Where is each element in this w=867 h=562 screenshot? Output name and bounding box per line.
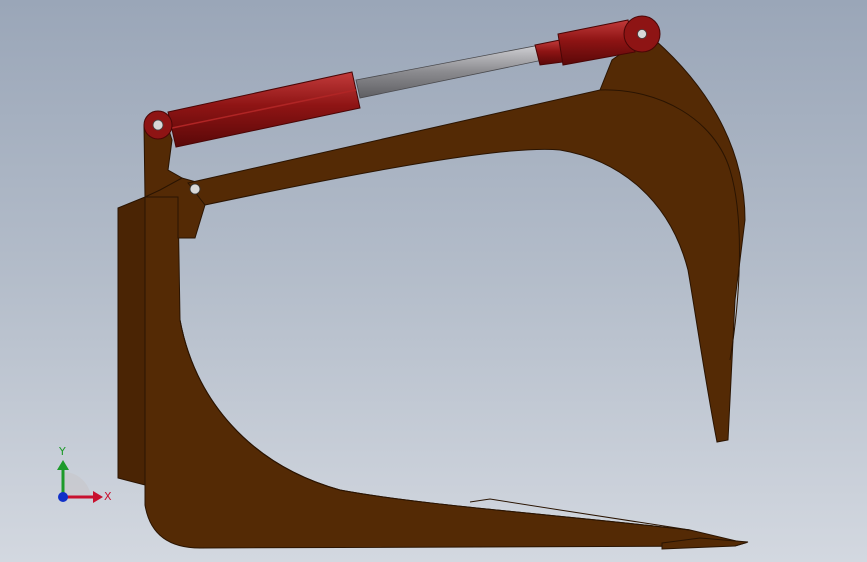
main-hinge-pin[interactable] bbox=[189, 183, 201, 195]
x-axis-label: X bbox=[104, 490, 112, 503]
y-axis-arrow bbox=[57, 460, 69, 470]
graphics-viewport[interactable]: Y X bbox=[0, 0, 867, 562]
coordinate-triad: Y X bbox=[57, 445, 112, 503]
piston-rod[interactable] bbox=[355, 44, 544, 99]
y-axis-label: Y bbox=[58, 445, 66, 458]
grapple-frame[interactable] bbox=[144, 196, 747, 549]
model-scene[interactable]: Y X bbox=[0, 0, 867, 562]
x-axis-arrow bbox=[93, 491, 103, 503]
z-axis-dot bbox=[58, 492, 68, 502]
barrel-eye-pin bbox=[152, 119, 164, 131]
rod-eye-pin bbox=[637, 29, 647, 39]
rod-collar[interactable] bbox=[534, 39, 564, 66]
triad-arc bbox=[63, 471, 91, 497]
back-side-plate[interactable] bbox=[117, 196, 146, 486]
